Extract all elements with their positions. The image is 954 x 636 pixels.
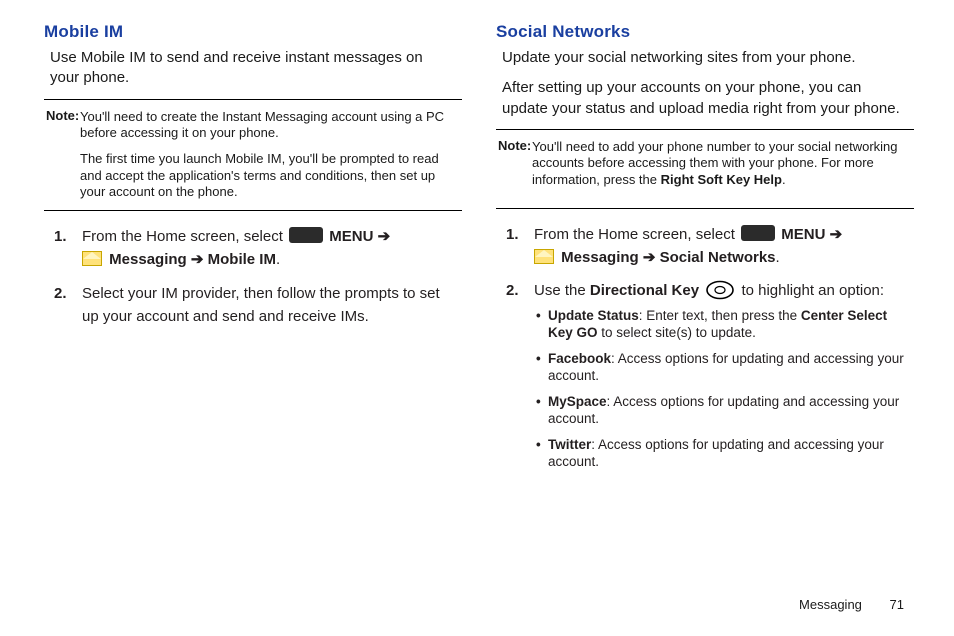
option-bullets: Update Status: Enter text, then press th…: [534, 307, 910, 471]
step-1: 1. From the Home screen, select MENU ➔ M…: [54, 225, 458, 272]
bullet-label: Twitter: [548, 437, 591, 452]
footer-page-number: 71: [890, 597, 904, 612]
manual-page: Mobile IM Use Mobile IM to send and rece…: [0, 0, 954, 636]
step-text-post: to highlight an option:: [741, 282, 884, 299]
step-body: From the Home screen, select MENU ➔ Mess…: [534, 223, 910, 270]
note-label: Note:: [498, 138, 531, 153]
step-1: 1. From the Home screen, select MENU ➔ M…: [506, 223, 910, 270]
messaging-label: Messaging: [561, 249, 639, 266]
directional-key-label: Directional Key: [590, 282, 699, 299]
step-body: Use the Directional Key to highlight an …: [534, 279, 910, 479]
bullet-label: Facebook: [548, 351, 611, 366]
note-social: Note: You'll need to add your phone numb…: [496, 129, 914, 209]
step-2: 2. Use the Directional Key to highlight …: [506, 279, 910, 479]
note-mobile-im: Note: You'll need to create the Instant …: [44, 99, 462, 212]
messaging-icon: [82, 251, 102, 266]
page-footer: Messaging 71: [44, 597, 914, 612]
step-number: 2.: [54, 282, 82, 329]
step-text: From the Home screen, select: [82, 228, 287, 245]
note-label: Note:: [46, 108, 79, 123]
messaging-icon: [534, 249, 554, 264]
period: .: [276, 251, 280, 268]
intro-social-1: Update your social networking sites from…: [502, 48, 908, 68]
right-column: Social Networks Update your social netwo…: [496, 22, 914, 597]
arrow-icon: ➔: [378, 228, 391, 245]
note-text-1: You'll need to create the Instant Messag…: [80, 109, 460, 142]
target-label: Mobile IM: [208, 251, 276, 268]
intro-social-2: After setting up your accounts on your p…: [502, 78, 908, 119]
menu-icon: [741, 225, 775, 241]
step-text: Select your IM provider, then follow the…: [82, 282, 458, 329]
directional-key-icon: [705, 280, 735, 300]
intro-mobile-im: Use Mobile IM to send and receive instan…: [50, 48, 456, 89]
menu-icon: [289, 227, 323, 243]
bullet-twitter: Twitter: Access options for updating and…: [536, 436, 910, 471]
arrow-icon: ➔: [830, 226, 843, 243]
right-soft-key-help: Right Soft Key Help: [661, 172, 782, 187]
note-text-2: The first time you launch Mobile IM, you…: [80, 151, 460, 200]
heading-mobile-im: Mobile IM: [44, 22, 462, 42]
steps-social: 1. From the Home screen, select MENU ➔ M…: [496, 223, 914, 479]
note-text-end: .: [782, 172, 786, 187]
bullet-text: : Enter text, then press the: [639, 308, 801, 323]
target-label: Social Networks: [660, 249, 776, 266]
arrow-icon: ➔: [191, 251, 208, 268]
step-text-pre: Use the: [534, 282, 590, 299]
two-column-layout: Mobile IM Use Mobile IM to send and rece…: [44, 22, 914, 597]
step-text: From the Home screen, select: [534, 226, 739, 243]
steps-mobile-im: 1. From the Home screen, select MENU ➔ M…: [44, 225, 462, 328]
step-body: From the Home screen, select MENU ➔ Mess…: [82, 225, 458, 272]
bullet-update-status: Update Status: Enter text, then press th…: [536, 307, 910, 342]
bullet-facebook: Facebook: Access options for updating an…: [536, 350, 910, 385]
step-number: 1.: [506, 223, 534, 270]
bullet-myspace: MySpace: Access options for updating and…: [536, 393, 910, 428]
step-number: 2.: [506, 279, 534, 479]
menu-label: MENU: [781, 226, 825, 243]
bullet-label: MySpace: [548, 394, 607, 409]
menu-label: MENU: [329, 228, 373, 245]
messaging-label: Messaging: [109, 251, 187, 268]
left-column: Mobile IM Use Mobile IM to send and rece…: [44, 22, 462, 597]
footer-section: Messaging: [799, 597, 862, 612]
heading-social-networks: Social Networks: [496, 22, 914, 42]
bullet-label: Update Status: [548, 308, 639, 323]
period: .: [776, 249, 780, 266]
note-text: You'll need to add your phone number to …: [532, 139, 912, 188]
arrow-icon: ➔: [643, 249, 660, 266]
bullet-text: : Access options for updating and access…: [548, 437, 884, 470]
bullet-text-end: to select site(s) to update.: [598, 325, 756, 340]
step-number: 1.: [54, 225, 82, 272]
step-2: 2. Select your IM provider, then follow …: [54, 282, 458, 329]
